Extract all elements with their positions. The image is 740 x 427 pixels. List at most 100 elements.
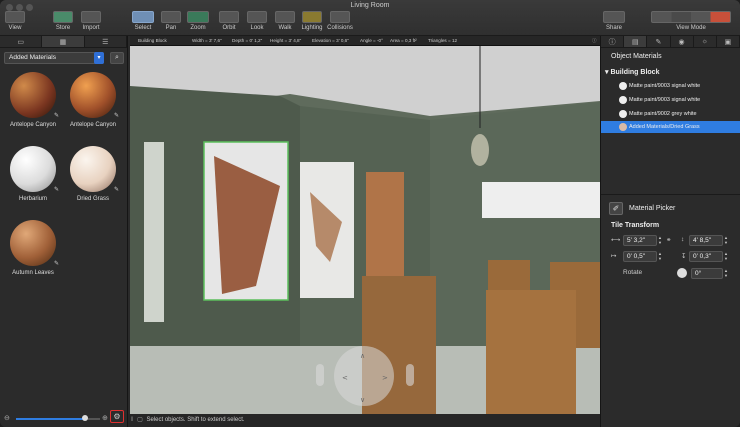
zoom-icon: [187, 11, 209, 23]
stepper[interactable]: ▲ ▼: [657, 235, 663, 246]
divider: [601, 194, 740, 195]
library-tabs: ▭ ▦ ☰: [0, 36, 127, 48]
pencil-icon[interactable]: ✎: [54, 186, 59, 193]
sidebar-toggle-icon[interactable]: ‖: [131, 417, 133, 423]
material-swatch: ✎: [70, 146, 119, 193]
pan-tool-button[interactable]: Pan: [160, 11, 182, 31]
swatch-icon: [619, 82, 627, 90]
material-list-item[interactable]: Matte paint/9003 signal white: [601, 80, 740, 92]
link-icon[interactable]: ⚭: [666, 236, 671, 244]
view-button[interactable]: View: [4, 11, 26, 31]
import-icon: [81, 11, 101, 23]
view-mode-button[interactable]: View Mode: [650, 11, 732, 31]
store-icon: [53, 11, 73, 23]
info-icon[interactable]: ⓘ: [592, 36, 597, 46]
list-icon: ☰: [102, 38, 109, 46]
sun-icon: ☼: [701, 38, 708, 45]
pencil-icon[interactable]: ✎: [114, 112, 119, 119]
stepper[interactable]: ▲ ▼: [723, 268, 729, 279]
zoom-tool-button[interactable]: Zoom: [186, 11, 210, 31]
tab-render[interactable]: ▣: [717, 36, 740, 47]
settings-button[interactable]: ⚙: [110, 410, 124, 423]
inspector-panel: ⓘ ▤ ✎ ◉ ☼ ▣ Object Materials ▾ Building …: [600, 36, 740, 427]
orbit-icon: [219, 11, 239, 23]
look-tool-button[interactable]: Look: [246, 11, 268, 31]
view-mode-icon: [651, 11, 731, 23]
material-tile[interactable]: ✎ Antelope Canyon: [65, 72, 121, 128]
material-tile[interactable]: ✎ Autumn Leaves: [5, 220, 61, 276]
render-icon: ▣: [724, 38, 732, 46]
chevron-down-icon: ▾: [94, 52, 104, 64]
svg-text:∧: ∧: [360, 352, 365, 360]
rotate-field[interactable]: 0°: [691, 268, 723, 279]
collisions-icon: [330, 11, 350, 23]
search-button[interactable]: ⌕: [110, 52, 124, 64]
import-button[interactable]: Import: [80, 11, 102, 31]
rotate-dial[interactable]: [677, 268, 687, 278]
tab-list[interactable]: ☰: [85, 36, 127, 47]
arrow-cursor-icon: [132, 11, 154, 23]
material-category-dropdown[interactable]: Added Materials ▾: [4, 52, 104, 64]
svg-text:>: >: [382, 374, 388, 382]
material-tile[interactable]: ✎ Antelope Canyon: [5, 72, 61, 128]
window-title: Living Room: [350, 2, 390, 9]
material-swatch: ✎: [10, 72, 59, 119]
material-list-item-selected[interactable]: Added Materials/Dried Grass: [601, 121, 740, 133]
walk-tool-button[interactable]: Walk: [274, 11, 296, 31]
tab-light[interactable]: ☼: [694, 36, 717, 47]
room-render: ∧ < > ∨: [130, 46, 600, 414]
thumbnail-size-slider[interactable]: ⊖ ⊕: [4, 414, 126, 424]
library-icon: ▭: [17, 38, 24, 46]
offset-y-icon: ↧: [681, 253, 687, 260]
store-button[interactable]: Store: [52, 11, 74, 31]
pencil-icon[interactable]: ✎: [54, 260, 59, 267]
stepper[interactable]: ▲ ▼: [723, 235, 729, 246]
search-icon: ⌕: [115, 54, 119, 61]
swatch-icon: [619, 123, 627, 131]
eye-icon: [247, 11, 267, 23]
material-picker-button[interactable]: ✐: [609, 202, 623, 215]
tab-materials[interactable]: ▦: [42, 36, 85, 47]
material-list-item[interactable]: Matte paint/9002 grey white: [601, 108, 740, 120]
lighting-button[interactable]: Lighting: [300, 11, 324, 31]
offset-x-icon: ↦: [611, 253, 617, 260]
swatch-icon: [619, 96, 627, 104]
tab-library[interactable]: ▭: [0, 36, 43, 47]
stepper[interactable]: ▲ ▼: [657, 251, 663, 262]
zoom-in-icon[interactable]: ⊕: [102, 414, 108, 422]
tab-object-info[interactable]: ⓘ: [601, 36, 625, 47]
app-window: Living Room View Store Import Select Pan…: [0, 0, 740, 427]
3d-viewport[interactable]: ∧ < > ∨: [130, 46, 600, 414]
pencil-icon[interactable]: ✎: [54, 112, 59, 119]
stepper[interactable]: ▲ ▼: [723, 251, 729, 262]
tab-materials[interactable]: ▤: [624, 36, 648, 47]
offset-x-field[interactable]: 0' 0,5": [623, 251, 657, 262]
slider-thumb[interactable]: [82, 415, 88, 421]
info-icon: ⓘ: [608, 38, 616, 46]
camera-icon: ◉: [678, 38, 685, 46]
building-block-group[interactable]: ▾ Building Block: [605, 68, 659, 76]
tab-camera[interactable]: ◉: [671, 36, 694, 47]
material-swatch: ✎: [70, 72, 119, 119]
svg-text:∨: ∨: [360, 396, 365, 404]
pencil-icon[interactable]: ✎: [114, 186, 119, 193]
library-selector: Added Materials ▾ ⌕: [4, 52, 124, 64]
zoom-out-icon[interactable]: ⊖: [4, 414, 10, 422]
object-materials-header: Object Materials: [611, 53, 662, 60]
svg-text:<: <: [342, 374, 348, 382]
pencil-icon: ✎: [655, 38, 662, 46]
collisions-button[interactable]: Collisions: [326, 11, 354, 31]
material-list-item[interactable]: Matte paint/9003 signal white: [601, 94, 740, 106]
title-bar: Living Room View Store Import Select Pan…: [0, 0, 740, 36]
orbit-tool-button[interactable]: Orbit: [218, 11, 240, 31]
tile-height-field[interactable]: 4' 8,5": [689, 235, 723, 246]
offset-y-field[interactable]: 0' 0,3": [689, 251, 723, 262]
share-button[interactable]: Share: [602, 11, 626, 31]
select-tool-button[interactable]: Select: [132, 11, 154, 31]
swatch-icon: [619, 110, 627, 118]
hand-icon: [161, 11, 181, 23]
material-tile[interactable]: ✎ Herbarium: [5, 146, 61, 202]
material-tile[interactable]: ✎ Dried Grass: [65, 146, 121, 202]
tab-edit[interactable]: ✎: [647, 36, 671, 47]
tile-width-field[interactable]: 5' 3,2": [623, 235, 657, 246]
